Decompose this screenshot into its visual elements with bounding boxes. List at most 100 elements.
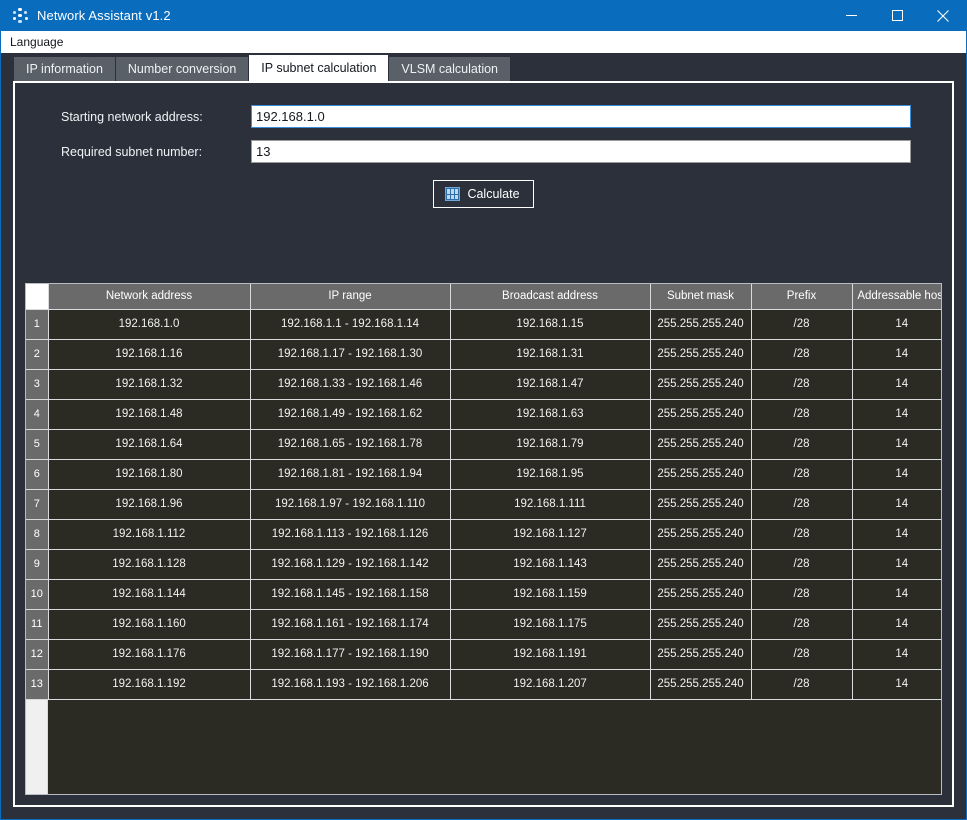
- cell-row-number[interactable]: 10: [26, 579, 49, 610]
- cell-subnet-mask[interactable]: 255.255.255.240: [650, 669, 752, 700]
- cell-broadcast-address[interactable]: 192.168.1.15: [450, 309, 651, 340]
- cell-broadcast-address[interactable]: 192.168.1.191: [450, 639, 651, 670]
- cell-prefix[interactable]: /28: [751, 309, 853, 340]
- column-header-network-address[interactable]: Network address: [48, 284, 251, 310]
- cell-subnet-mask[interactable]: 255.255.255.240: [650, 489, 752, 520]
- subnet-results-table-container[interactable]: Network address IP range Broadcast addre…: [25, 283, 942, 795]
- cell-broadcast-address[interactable]: 192.168.1.127: [450, 519, 651, 550]
- tab-ip-subnet-calculation[interactable]: IP subnet calculation: [249, 55, 389, 81]
- cell-broadcast-address[interactable]: 192.168.1.111: [450, 489, 651, 520]
- cell-prefix[interactable]: /28: [751, 429, 853, 460]
- cell-prefix[interactable]: /28: [751, 669, 853, 700]
- column-header-addressable-host[interactable]: Addressable host: [852, 284, 941, 310]
- table-row[interactable]: 6 192.168.1.80 192.168.1.81 - 192.168.1.94…: [26, 459, 941, 490]
- cell-ip-range[interactable]: 192.168.1.193 - 192.168.1.206: [250, 669, 451, 700]
- close-button[interactable]: [920, 0, 966, 31]
- cell-network-address[interactable]: 192.168.1.64: [48, 429, 251, 460]
- cell-broadcast-address[interactable]: 192.168.1.207: [450, 669, 651, 700]
- cell-row-number[interactable]: 2: [26, 339, 49, 370]
- cell-prefix[interactable]: /28: [751, 579, 853, 610]
- table-row[interactable]: 8 192.168.1.112 192.168.1.113 - 192.168.1.…: [26, 519, 941, 550]
- maximize-button[interactable]: [874, 0, 920, 31]
- cell-row-number[interactable]: 8: [26, 519, 49, 550]
- cell-ip-range[interactable]: 192.168.1.145 - 192.168.1.158: [250, 579, 451, 610]
- cell-addressable-host[interactable]: 14: [852, 639, 941, 670]
- cell-network-address[interactable]: 192.168.1.192: [48, 669, 251, 700]
- cell-prefix[interactable]: /28: [751, 339, 853, 370]
- cell-ip-range[interactable]: 192.168.1.81 - 192.168.1.94: [250, 459, 451, 490]
- cell-subnet-mask[interactable]: 255.255.255.240: [650, 519, 752, 550]
- cell-network-address[interactable]: 192.168.1.0: [48, 309, 251, 340]
- tab-ip-information[interactable]: IP information: [14, 57, 115, 81]
- cell-row-number[interactable]: 5: [26, 429, 49, 460]
- table-row[interactable]: 11 192.168.1.160 192.168.1.161 - 192.168.1…: [26, 609, 941, 640]
- cell-network-address[interactable]: 192.168.1.160: [48, 609, 251, 640]
- cell-addressable-host[interactable]: 14: [852, 579, 941, 610]
- cell-ip-range[interactable]: 192.168.1.65 - 192.168.1.78: [250, 429, 451, 460]
- cell-ip-range[interactable]: 192.168.1.97 - 192.168.1.110: [250, 489, 451, 520]
- cell-addressable-host[interactable]: 14: [852, 459, 941, 490]
- cell-ip-range[interactable]: 192.168.1.17 - 192.168.1.30: [250, 339, 451, 370]
- cell-network-address[interactable]: 192.168.1.96: [48, 489, 251, 520]
- cell-subnet-mask[interactable]: 255.255.255.240: [650, 399, 752, 430]
- cell-network-address[interactable]: 192.168.1.32: [48, 369, 251, 400]
- cell-network-address[interactable]: 192.168.1.128: [48, 549, 251, 580]
- cell-addressable-host[interactable]: 14: [852, 339, 941, 370]
- cell-broadcast-address[interactable]: 192.168.1.159: [450, 579, 651, 610]
- cell-subnet-mask[interactable]: 255.255.255.240: [650, 459, 752, 490]
- cell-prefix[interactable]: /28: [751, 609, 853, 640]
- table-row[interactable]: 3 192.168.1.32 192.168.1.33 - 192.168.1.46…: [26, 369, 941, 400]
- cell-network-address[interactable]: 192.168.1.112: [48, 519, 251, 550]
- cell-ip-range[interactable]: 192.168.1.177 - 192.168.1.190: [250, 639, 451, 670]
- table-row[interactable]: 7 192.168.1.96 192.168.1.97 - 192.168.1.11…: [26, 489, 941, 520]
- cell-subnet-mask[interactable]: 255.255.255.240: [650, 309, 752, 340]
- table-row[interactable]: 1 192.168.1.0 192.168.1.1 - 192.168.1.14 19…: [26, 309, 941, 340]
- cell-prefix[interactable]: /28: [751, 549, 853, 580]
- table-row[interactable]: 13 192.168.1.192 192.168.1.193 - 192.168.1…: [26, 669, 941, 700]
- cell-addressable-host[interactable]: 14: [852, 399, 941, 430]
- cell-subnet-mask[interactable]: 255.255.255.240: [650, 549, 752, 580]
- cell-network-address[interactable]: 192.168.1.80: [48, 459, 251, 490]
- cell-broadcast-address[interactable]: 192.168.1.143: [450, 549, 651, 580]
- cell-network-address[interactable]: 192.168.1.16: [48, 339, 251, 370]
- cell-prefix[interactable]: /28: [751, 399, 853, 430]
- tab-number-conversion[interactable]: Number conversion: [115, 57, 249, 81]
- cell-row-number[interactable]: 12: [26, 639, 49, 670]
- cell-network-address[interactable]: 192.168.1.176: [48, 639, 251, 670]
- cell-network-address[interactable]: 192.168.1.48: [48, 399, 251, 430]
- cell-addressable-host[interactable]: 14: [852, 669, 941, 700]
- cell-broadcast-address[interactable]: 192.168.1.63: [450, 399, 651, 430]
- column-header-subnet-mask[interactable]: Subnet mask: [650, 284, 752, 310]
- table-row[interactable]: 10 192.168.1.144 192.168.1.145 - 192.168.1…: [26, 579, 941, 610]
- cell-row-number[interactable]: 9: [26, 549, 49, 580]
- cell-broadcast-address[interactable]: 192.168.1.31: [450, 339, 651, 370]
- cell-addressable-host[interactable]: 14: [852, 549, 941, 580]
- cell-row-number[interactable]: 6: [26, 459, 49, 490]
- cell-broadcast-address[interactable]: 192.168.1.95: [450, 459, 651, 490]
- cell-prefix[interactable]: /28: [751, 369, 853, 400]
- column-header-broadcast-address[interactable]: Broadcast address: [450, 284, 651, 310]
- cell-addressable-host[interactable]: 14: [852, 519, 941, 550]
- menu-item-language[interactable]: Language: [1, 32, 71, 52]
- tab-vlsm-calculation[interactable]: VLSM calculation: [389, 57, 510, 81]
- cell-subnet-mask[interactable]: 255.255.255.240: [650, 639, 752, 670]
- starting-network-address-input[interactable]: [251, 105, 911, 128]
- cell-subnet-mask[interactable]: 255.255.255.240: [650, 339, 752, 370]
- cell-broadcast-address[interactable]: 192.168.1.175: [450, 609, 651, 640]
- cell-prefix[interactable]: /28: [751, 489, 853, 520]
- cell-row-number[interactable]: 13: [26, 669, 49, 700]
- cell-network-address[interactable]: 192.168.1.144: [48, 579, 251, 610]
- cell-row-number[interactable]: 1: [26, 309, 49, 340]
- table-row[interactable]: 2 192.168.1.16 192.168.1.17 - 192.168.1.30…: [26, 339, 941, 370]
- cell-subnet-mask[interactable]: 255.255.255.240: [650, 579, 752, 610]
- cell-ip-range[interactable]: 192.168.1.113 - 192.168.1.126: [250, 519, 451, 550]
- cell-prefix[interactable]: /28: [751, 459, 853, 490]
- cell-addressable-host[interactable]: 14: [852, 609, 941, 640]
- cell-prefix[interactable]: /28: [751, 639, 853, 670]
- cell-row-number[interactable]: 11: [26, 609, 49, 640]
- table-corner-cell[interactable]: [26, 284, 49, 310]
- table-row[interactable]: 9 192.168.1.128 192.168.1.129 - 192.168.1.…: [26, 549, 941, 580]
- cell-ip-range[interactable]: 192.168.1.33 - 192.168.1.46: [250, 369, 451, 400]
- minimize-button[interactable]: [828, 0, 874, 31]
- cell-addressable-host[interactable]: 14: [852, 489, 941, 520]
